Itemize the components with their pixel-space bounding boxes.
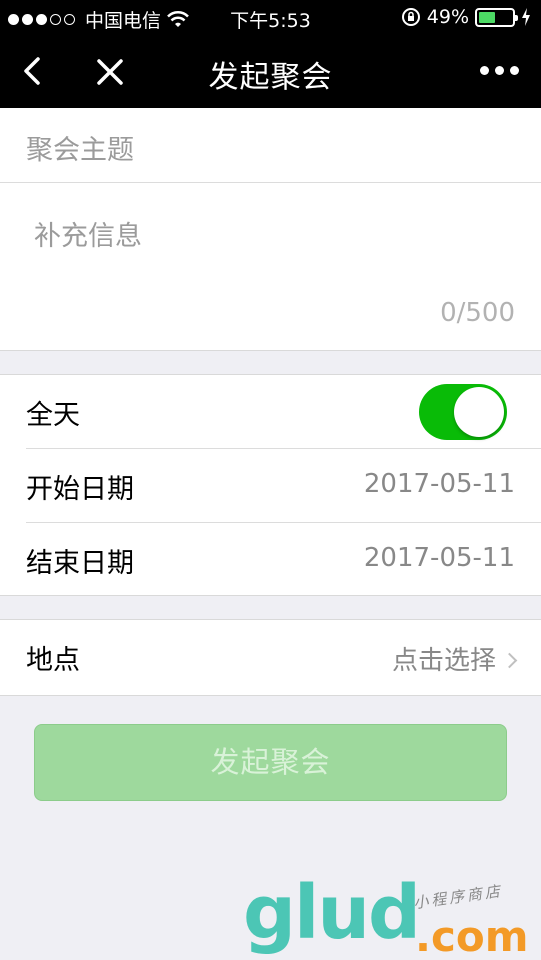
battery-percent: 49% (426, 6, 469, 28)
time-section: 全天 开始日期 2017-05-11 结束日期 2017-05-11 (0, 374, 541, 596)
nav-bar: 发起聚会 (0, 36, 541, 108)
more-icon[interactable] (480, 66, 519, 75)
end-date-value[interactable]: 2017-05-11 (364, 543, 515, 573)
toggle-knob (454, 387, 504, 437)
all-day-row: 全天 (0, 375, 541, 449)
all-day-toggle[interactable] (419, 384, 507, 440)
topic-input[interactable]: 聚会主题 (26, 128, 134, 167)
start-date-row[interactable]: 开始日期 2017-05-11 (0, 449, 541, 523)
info-textarea[interactable]: 补充信息 (34, 214, 142, 253)
charging-icon (522, 8, 530, 26)
submit-button[interactable]: 发起聚会 (34, 724, 507, 801)
start-date-label: 开始日期 (26, 474, 134, 505)
rotation-lock-icon (401, 8, 420, 26)
end-date-row[interactable]: 结束日期 2017-05-11 (0, 523, 541, 597)
chevron-right-icon (501, 652, 518, 669)
page-title: 发起聚会 (208, 60, 333, 95)
location-label: 地点 (26, 645, 80, 676)
location-value-wrap[interactable]: 点击选择 (391, 640, 518, 677)
text-section: 聚会主题 补充信息 0/500 (0, 108, 541, 351)
watermark-brand: glud (243, 870, 421, 956)
battery-icon (475, 7, 518, 27)
end-date-label: 结束日期 (26, 548, 134, 579)
status-right: 49% (401, 6, 531, 28)
all-day-label: 全天 (26, 400, 80, 431)
char-counter: 0/500 (440, 298, 515, 328)
watermark-tagline: 小程序商店 (412, 881, 504, 913)
divider (0, 182, 541, 183)
start-date-value[interactable]: 2017-05-11 (364, 469, 515, 499)
location-section: 地点 点击选择 (0, 619, 541, 696)
location-value: 点击选择 (391, 646, 496, 676)
status-bar: 中国电信 下午5:53 49% (0, 0, 541, 36)
watermark-suffix: .com (415, 912, 529, 960)
location-row[interactable]: 地点 点击选择 (0, 620, 541, 696)
